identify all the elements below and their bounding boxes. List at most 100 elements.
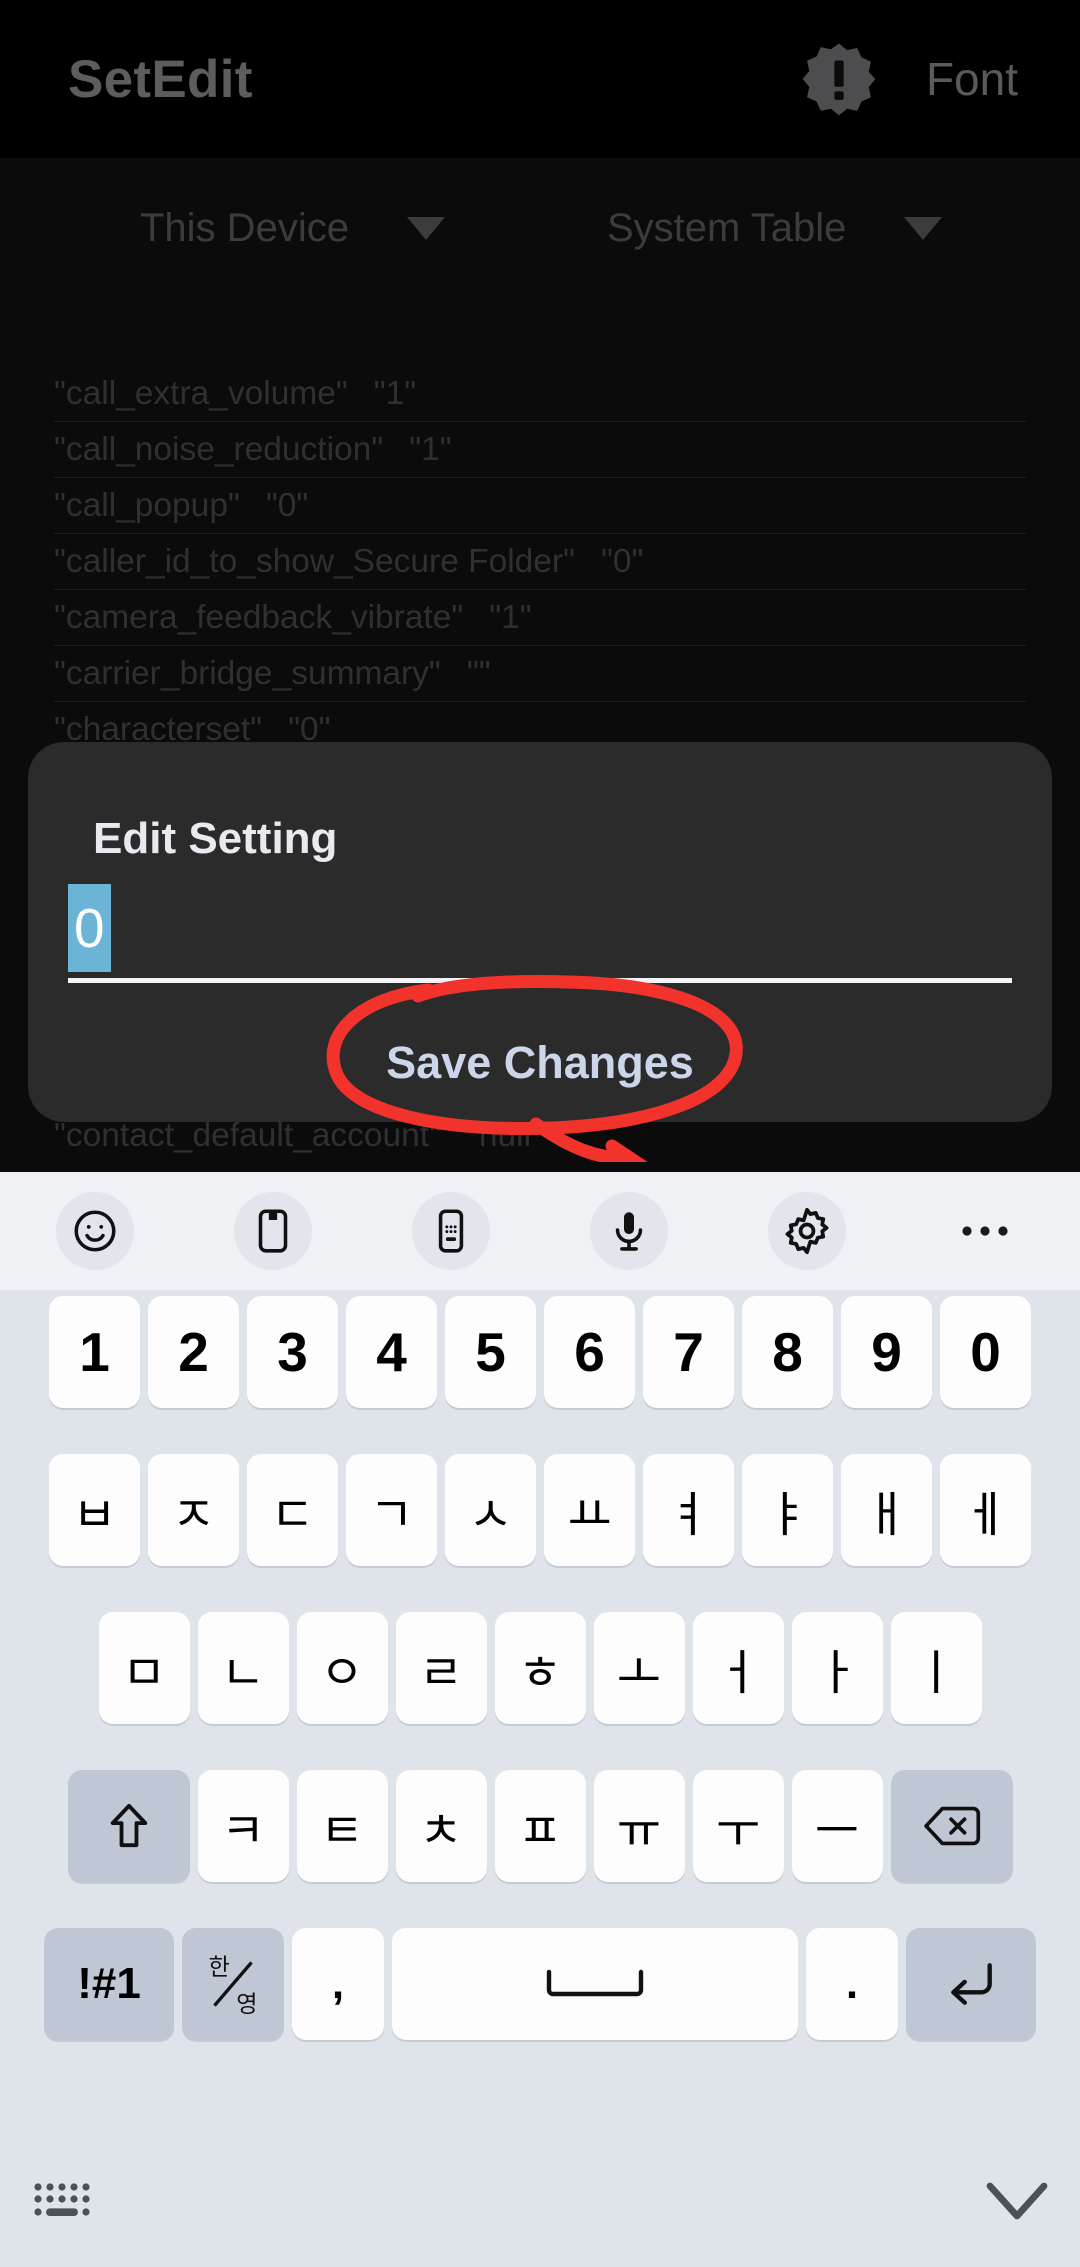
svg-text:영: 영	[236, 1992, 257, 2018]
microphone-icon[interactable]	[590, 1192, 668, 1270]
key-hangul-eu[interactable]: ㅡ	[791, 1770, 883, 1882]
setting-value: "1"	[409, 430, 452, 468]
hide-keyboard-chevron-down-icon[interactable]	[984, 2178, 1050, 2224]
key-3[interactable]: 3	[247, 1296, 338, 1408]
keyboard-bottom-bar	[0, 2135, 1080, 2267]
table-selector[interactable]: System Table	[606, 205, 943, 251]
enter-icon[interactable]	[906, 1928, 1036, 2040]
key-hangul-g[interactable]: ㄱ	[346, 1454, 437, 1566]
key-4[interactable]: 4	[346, 1296, 437, 1408]
svg-text:한: 한	[208, 1955, 229, 1981]
key-hangul-eo[interactable]: ㅓ	[692, 1612, 784, 1724]
table-row[interactable]: "call_extra_volume" "1"	[54, 366, 1026, 422]
setting-value-input[interactable]: 0	[68, 884, 1030, 976]
table-row[interactable]: "call_noise_reduction" "1"	[54, 422, 1026, 478]
key-hangul-e[interactable]: ㅔ	[940, 1454, 1031, 1566]
key-1[interactable]: 1	[49, 1296, 140, 1408]
setting-value: "0"	[600, 542, 644, 580]
edit-setting-dialog: Edit Setting 0 Save Changes	[28, 742, 1052, 1122]
key-6[interactable]: 6	[544, 1296, 635, 1408]
key-hangul-u[interactable]: ㅜ	[692, 1770, 784, 1882]
key-2[interactable]: 2	[148, 1296, 239, 1408]
setting-value: "1"	[373, 374, 417, 412]
setting-key: "carrier_bridge_summary"	[54, 654, 441, 692]
key-hangul-yeo[interactable]: ㅕ	[643, 1454, 734, 1566]
app-bar-actions: Font	[802, 42, 1018, 116]
setting-value: "0"	[265, 486, 309, 524]
key-5[interactable]: 5	[445, 1296, 536, 1408]
font-button[interactable]: Font	[926, 52, 1018, 106]
dialog-title: Edit Setting	[93, 814, 338, 863]
key-hangul-j[interactable]: ㅈ	[148, 1454, 239, 1566]
key-hangul-i[interactable]: ㅣ	[890, 1612, 982, 1724]
key-hangul-ae[interactable]: ㅐ	[841, 1454, 932, 1566]
key-hangul-yo[interactable]: ㅛ	[544, 1454, 635, 1566]
key-8[interactable]: 8	[742, 1296, 833, 1408]
app-title: SetEdit	[68, 49, 253, 109]
key-hangul-r[interactable]: ㄹ	[395, 1612, 487, 1724]
shift-icon[interactable]	[67, 1770, 190, 1882]
key-hangul-n[interactable]: ㄴ	[197, 1612, 289, 1724]
key-hangul-m[interactable]: ㅁ	[98, 1612, 190, 1724]
table-row[interactable]: "camera_feedback_vibrate" "1"	[54, 590, 1026, 646]
keyboard-row-bottom: !#1 한 영 , .	[0, 1928, 1080, 2040]
key-hangul-h[interactable]: ㅎ	[494, 1612, 586, 1724]
settings-list[interactable]: "call_extra_volume" "1" "call_noise_redu…	[0, 366, 1080, 758]
setting-key: "call_popup"	[54, 486, 240, 524]
key-hangul-ya[interactable]: ㅑ	[742, 1454, 833, 1566]
language-toggle-key[interactable]: 한 영	[182, 1928, 284, 2040]
key-hangul-yu[interactable]: ㅠ	[593, 1770, 685, 1882]
setting-value: "null"	[466, 1117, 543, 1154]
korean-keyboard: 1 2 3 4 5 6 7 8 9 0 ㅂ ㅈ ㄷ ㄱ ㅅ ㅛ ㅕ ㅑ ㅐ ㅔ …	[0, 1172, 1080, 2267]
chevron-down-icon	[406, 216, 445, 240]
key-hangul-o[interactable]: ㅗ	[593, 1612, 685, 1724]
key-hangul-ch[interactable]: ㅊ	[395, 1770, 487, 1882]
comma-key[interactable]: ,	[292, 1928, 384, 2040]
selector-bar: This Device System Table	[0, 158, 1080, 298]
keyboard-row-3: ㅁ ㄴ ㅇ ㄹ ㅎ ㅗ ㅓ ㅏ ㅣ	[0, 1612, 1080, 1724]
keyboard-row-4: ㅋ ㅌ ㅊ ㅍ ㅠ ㅜ ㅡ	[0, 1770, 1080, 1882]
key-0[interactable]: 0	[940, 1296, 1031, 1408]
backspace-icon[interactable]	[890, 1770, 1013, 1882]
key-hangul-ng[interactable]: ㅇ	[296, 1612, 388, 1724]
key-hangul-a[interactable]: ㅏ	[791, 1612, 883, 1724]
table-row[interactable]: "caller_id_to_show_Secure Folder" "0"	[54, 534, 1026, 590]
app-bar: SetEdit Font	[0, 0, 1080, 158]
table-selector-label: System Table	[606, 205, 847, 250]
key-hangul-t[interactable]: ㅌ	[296, 1770, 388, 1882]
setting-key: "call_extra_volume"	[54, 374, 348, 412]
setting-value: "1"	[489, 598, 532, 636]
table-row[interactable]: "call_popup" "0"	[54, 478, 1026, 534]
chevron-down-icon	[904, 216, 943, 240]
period-key[interactable]: .	[806, 1928, 898, 2040]
clipboard-icon[interactable]	[234, 1192, 312, 1270]
key-7[interactable]: 7	[643, 1296, 734, 1408]
setting-key: "contact_default_account"	[54, 1117, 441, 1154]
keyboard-toolbar	[0, 1172, 1080, 1290]
key-hangul-s[interactable]: ㅅ	[445, 1454, 536, 1566]
one-handed-keyboard-icon[interactable]	[412, 1192, 490, 1270]
setedit-app-screen: SetEdit Font This Device System Table "c…	[0, 0, 1080, 1172]
input-underline	[68, 978, 1012, 983]
device-selector-label: This Device	[140, 205, 349, 250]
setting-key: "caller_id_to_show_Secure Folder"	[54, 542, 575, 580]
table-row[interactable]: "carrier_bridge_summary" ""	[54, 646, 1026, 702]
emoji-icon[interactable]	[56, 1192, 134, 1270]
more-options-icon[interactable]	[946, 1192, 1024, 1270]
save-changes-button[interactable]: Save Changes	[28, 1004, 1052, 1122]
space-icon[interactable]	[392, 1928, 798, 2040]
device-selector[interactable]: This Device	[140, 206, 445, 251]
settings-gear-icon[interactable]	[768, 1192, 846, 1270]
warning-badge-icon[interactable]	[802, 42, 876, 116]
setting-key: "call_noise_reduction"	[54, 430, 384, 468]
key-hangul-p[interactable]: ㅍ	[494, 1770, 586, 1882]
setting-key: "camera_feedback_vibrate"	[54, 598, 464, 636]
key-hangul-k[interactable]: ㅋ	[197, 1770, 289, 1882]
keyboard-keys: 1 2 3 4 5 6 7 8 9 0 ㅂ ㅈ ㄷ ㄱ ㅅ ㅛ ㅕ ㅑ ㅐ ㅔ …	[0, 1290, 1080, 2040]
keyboard-row-2: ㅂ ㅈ ㄷ ㄱ ㅅ ㅛ ㅕ ㅑ ㅐ ㅔ	[0, 1454, 1080, 1566]
key-9[interactable]: 9	[841, 1296, 932, 1408]
keyboard-switch-icon[interactable]	[30, 2177, 94, 2225]
symbols-key[interactable]: !#1	[44, 1928, 174, 2040]
key-hangul-d[interactable]: ㄷ	[247, 1454, 338, 1566]
key-hangul-b[interactable]: ㅂ	[49, 1454, 140, 1566]
